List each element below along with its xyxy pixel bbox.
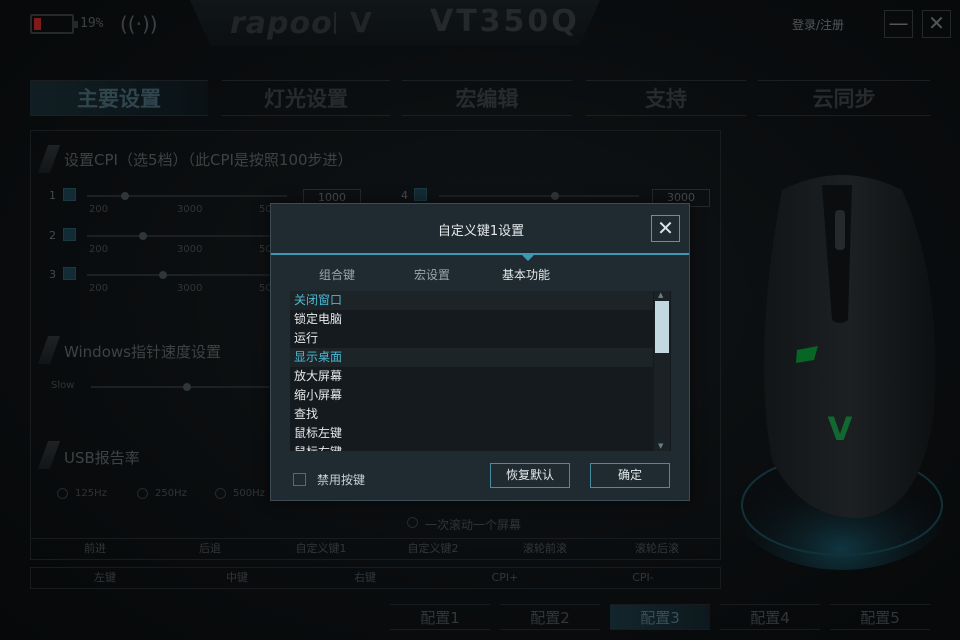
tab-combo-keys[interactable]: 组合键: [319, 266, 355, 283]
restore-default-button[interactable]: 恢复默认: [490, 463, 570, 488]
list-item[interactable]: 关闭窗口: [290, 291, 653, 310]
tab-macro-settings[interactable]: 宏设置: [414, 266, 450, 283]
list-item[interactable]: 运行: [290, 329, 653, 348]
disable-key-label: 禁用按键: [317, 473, 366, 487]
dialog-divider: [271, 253, 689, 255]
list-item[interactable]: 鼠标左键: [290, 424, 653, 443]
list-item[interactable]: 鼠标右键: [290, 443, 653, 451]
list-item[interactable]: 放大屏幕: [290, 367, 653, 386]
scrollbar-thumb[interactable]: [655, 301, 669, 353]
scroll-up-icon[interactable]: ▲: [658, 291, 663, 299]
function-list: 关闭窗口 锁定电脑 运行 显示桌面 放大屏幕 缩小屏幕 查找 鼠标左键 鼠标右键…: [290, 291, 671, 451]
active-tab-caret-icon: [522, 255, 534, 261]
list-item[interactable]: 查找: [290, 405, 653, 424]
dialog-title: 自定义键1设置: [437, 224, 525, 239]
disable-key-checkbox[interactable]: [293, 473, 306, 486]
close-icon[interactable]: ✕: [651, 215, 680, 242]
scroll-down-icon[interactable]: ▼: [658, 442, 663, 450]
list-scrollbar[interactable]: ▲ ▼: [654, 291, 670, 451]
app-window: 19% ((·)) rapoo V VT350Q 登录/注册 — ✕ 主要设置 …: [0, 0, 960, 640]
list-item[interactable]: 显示桌面: [290, 348, 653, 367]
list-item[interactable]: 锁定电脑: [290, 310, 653, 329]
list-item[interactable]: 缩小屏幕: [290, 386, 653, 405]
tab-basic-functions[interactable]: 基本功能: [502, 266, 550, 283]
ok-button[interactable]: 确定: [590, 463, 670, 488]
custom-key-dialog: 自定义键1设置 ✕ 组合键 宏设置 基本功能 关闭窗口 锁定电脑 运行 显示桌面…: [270, 203, 690, 501]
